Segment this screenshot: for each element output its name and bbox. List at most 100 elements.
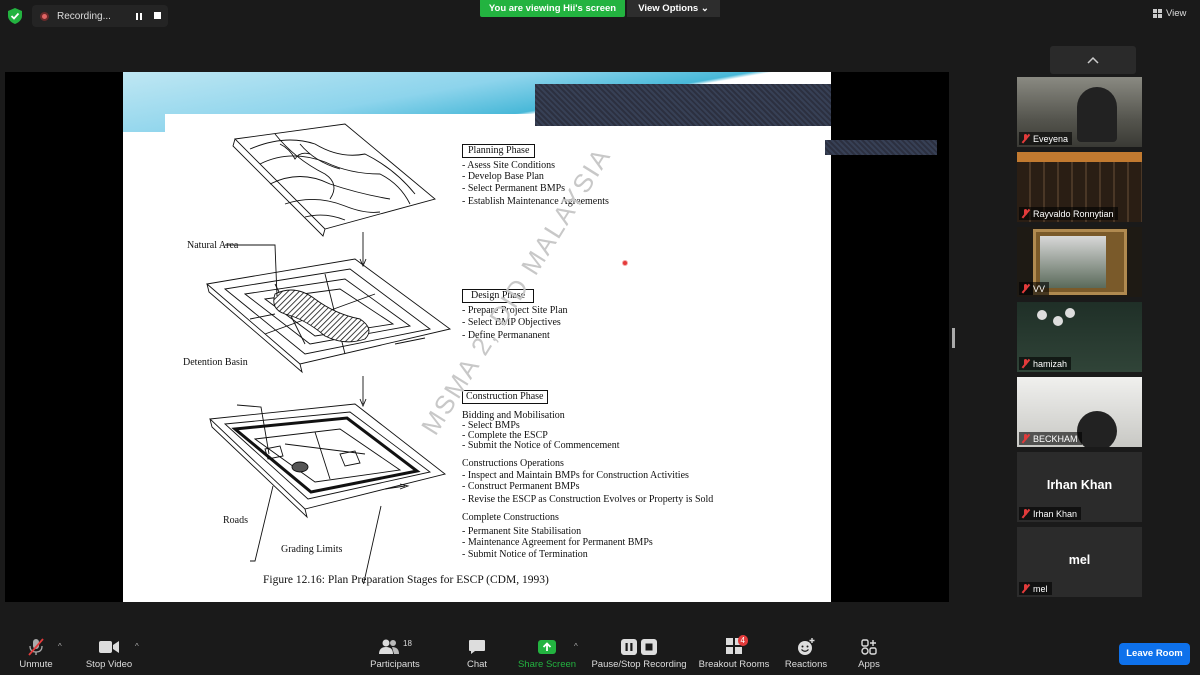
- chat-label: Chat: [466, 659, 488, 670]
- video-options-caret-icon[interactable]: ^: [135, 642, 139, 651]
- complete-item: - Submit Notice of Termination: [462, 548, 588, 560]
- ops-item: - Revise the ESCP as Construction Evolve…: [462, 493, 714, 505]
- participant-tile[interactable]: mel mel: [1017, 527, 1142, 597]
- recording-indicator: Recording...: [32, 5, 168, 27]
- label-detention-basin: Detention Basin: [183, 357, 248, 368]
- meeting-toolbar: Unmute ^ Stop Video ^ 18 Participants Ch…: [0, 630, 1200, 675]
- ops-title: Constructions Operations: [462, 458, 564, 469]
- participant-tile[interactable]: Irhan Khan Irhan Khan: [1017, 452, 1142, 522]
- chat-icon: [469, 640, 485, 654]
- site-plan-illustration: [205, 123, 452, 584]
- participants-count: 18: [403, 638, 412, 648]
- apps-icon: [861, 639, 877, 655]
- share-options-caret-icon[interactable]: ^: [574, 642, 578, 651]
- recording-label: Recording...: [57, 10, 111, 22]
- participant-name: VV: [1033, 283, 1046, 294]
- mic-muted-icon: [1021, 359, 1030, 368]
- unmute-button[interactable]: Unmute: [14, 638, 58, 670]
- planning-phase-title: Planning Phase: [462, 144, 536, 158]
- unmute-label: Unmute: [19, 659, 53, 670]
- label-grading-limits: Grading Limits: [281, 544, 343, 555]
- share-screen-button[interactable]: Share Screen: [516, 638, 578, 670]
- redaction-bar-small: [825, 140, 937, 155]
- breakout-label: Breakout Rooms: [698, 659, 770, 670]
- participant-name: Rayvaldo Ronnytian: [1033, 208, 1114, 219]
- leave-room-button[interactable]: Leave Room: [1119, 643, 1190, 665]
- participant-name: hamizah: [1033, 358, 1068, 369]
- breakout-rooms-button[interactable]: 4 Breakout Rooms: [697, 634, 771, 670]
- participant-tile[interactable]: hamizah: [1017, 302, 1142, 372]
- reactions-button[interactable]: Reactions: [782, 638, 830, 670]
- participants-button[interactable]: 18 Participants: [366, 638, 424, 671]
- pause-stop-recording-button[interactable]: Pause/Stop Recording: [590, 638, 688, 670]
- pause-icon: [621, 639, 637, 655]
- audio-options-caret-icon[interactable]: ^: [58, 642, 62, 651]
- chevron-up-icon: [1087, 56, 1099, 64]
- bidding-item: - Submit the Notice of Commencement: [462, 440, 620, 451]
- participant-tile[interactable]: Eveyena: [1017, 77, 1142, 147]
- label-natural-area: Natural Area: [187, 240, 239, 251]
- share-screen-label: Share Screen: [517, 659, 577, 670]
- view-options-button[interactable]: View Options ⌄: [627, 0, 720, 17]
- reactions-label: Reactions: [784, 659, 828, 670]
- participants-icon: [379, 639, 400, 654]
- participants-label: Participants: [370, 659, 420, 670]
- stop-recording-icon[interactable]: [154, 12, 161, 19]
- view-label: View: [1166, 8, 1187, 19]
- participant-display-name: Irhan Khan: [1046, 478, 1113, 492]
- mic-muted-icon: [1021, 584, 1030, 593]
- participant-name-tag: Irhan Khan: [1019, 507, 1082, 520]
- participant-tile[interactable]: Rayvaldo Ronnytian: [1017, 152, 1142, 222]
- reactions-icon: [798, 638, 815, 655]
- video-feed-shape: [1017, 152, 1142, 162]
- video-camera-icon: [99, 641, 119, 653]
- complete-title: Complete Constructions: [462, 512, 559, 523]
- redaction-bar: [535, 84, 831, 126]
- participant-name-tag: VV: [1019, 282, 1050, 295]
- security-shield-icon[interactable]: [8, 8, 22, 24]
- participant-name-tag: BECKHAM: [1019, 432, 1082, 445]
- stop-video-button[interactable]: Stop Video: [82, 638, 136, 670]
- participant-name-tag: hamizah: [1019, 357, 1072, 370]
- figure-page: Natural Area Detention Basin Roads Gradi…: [165, 114, 831, 602]
- scroll-up-button[interactable]: [1050, 46, 1136, 74]
- viewing-screen-banner: You are viewing Hii's screen: [480, 0, 625, 17]
- grid-view-icon: [1153, 9, 1162, 18]
- mic-muted-icon: [1021, 209, 1030, 218]
- label-roads: Roads: [223, 515, 248, 526]
- participant-name-tag: mel: [1019, 582, 1052, 595]
- pause-recording-icon[interactable]: [132, 9, 146, 23]
- mic-muted-icon: [1021, 134, 1030, 143]
- figure-caption: Figure 12.16: Plan Preparation Stages fo…: [263, 574, 549, 586]
- participant-name-tag: Rayvaldo Ronnytian: [1019, 207, 1118, 220]
- participant-name: mel: [1033, 583, 1048, 594]
- video-feed-shape: [1077, 87, 1117, 142]
- participant-tile[interactable]: BECKHAM: [1017, 377, 1142, 447]
- mic-muted-icon: [1021, 434, 1030, 443]
- construction-phase-block: Construction Phase Bidding and Mobilisat…: [462, 390, 713, 560]
- construction-phase-title: Construction Phase: [462, 390, 548, 404]
- complete-item: - Permanent Site Stabilisation: [462, 525, 582, 537]
- participant-name: Irhan Khan: [1033, 508, 1078, 519]
- apps-button[interactable]: Apps: [852, 638, 886, 670]
- chat-button[interactable]: Chat: [460, 638, 494, 670]
- panel-resize-handle[interactable]: [952, 328, 955, 348]
- participant-display-name: mel: [1068, 553, 1091, 567]
- mic-muted-icon: [1021, 284, 1030, 293]
- mic-muted-icon: [28, 638, 44, 656]
- stop-icon: [641, 639, 657, 655]
- shared-screen[interactable]: Natural Area Detention Basin Roads Gradi…: [5, 72, 949, 602]
- stop-video-label: Stop Video: [85, 659, 133, 670]
- apps-label: Apps: [858, 659, 880, 670]
- breakout-badge: 4: [737, 634, 748, 646]
- pause-recording-label: Pause/Stop Recording: [591, 659, 687, 670]
- ops-item: - Inspect and Maintain BMPs for Construc…: [462, 469, 689, 481]
- participant-name: BECKHAM: [1033, 433, 1078, 444]
- view-button[interactable]: View: [1153, 8, 1186, 19]
- participant-tile[interactable]: VV: [1017, 227, 1142, 297]
- mic-muted-icon: [1021, 509, 1030, 518]
- recording-dot-icon: [40, 11, 49, 21]
- complete-item: - Maintenance Agreement for Permanent BM…: [462, 537, 653, 548]
- video-feed-shape: [1077, 411, 1117, 447]
- share-screen-icon: [538, 640, 556, 654]
